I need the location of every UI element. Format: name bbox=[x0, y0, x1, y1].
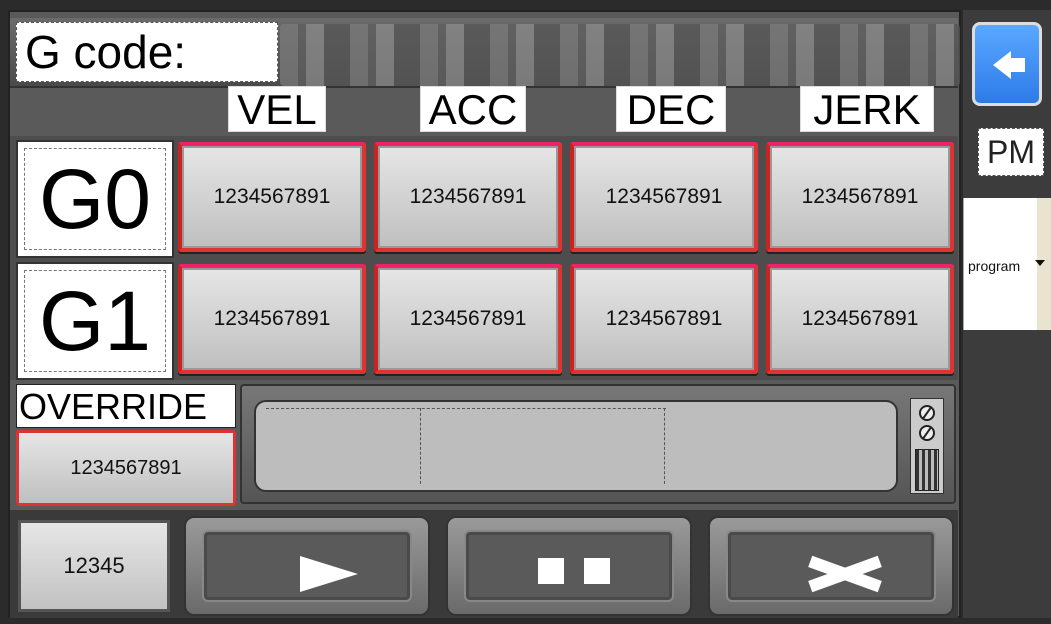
row-label-g0: G0 bbox=[16, 140, 174, 258]
display-divider bbox=[420, 408, 421, 484]
play-button[interactable] bbox=[184, 516, 430, 616]
override-label: OVERRIDE bbox=[16, 384, 236, 428]
g0-jerk-button[interactable]: 1234567891 bbox=[766, 142, 954, 252]
vent-icon bbox=[915, 449, 939, 491]
program-select[interactable]: program bbox=[963, 198, 1051, 330]
gcode-label: G code: bbox=[16, 22, 278, 82]
g1-dec-button[interactable]: 1234567891 bbox=[570, 264, 758, 374]
knob-icon bbox=[919, 425, 935, 441]
knob-icon bbox=[919, 405, 935, 421]
message-display-frame bbox=[240, 384, 956, 504]
column-label-acc: ACC bbox=[420, 86, 526, 133]
display-guide-line bbox=[266, 408, 666, 409]
counter-button[interactable]: 12345 bbox=[18, 520, 170, 612]
override-value-button[interactable]: 1234567891 bbox=[16, 430, 236, 506]
pause-icon bbox=[584, 558, 610, 584]
back-arrow-shaft bbox=[1009, 58, 1025, 72]
header-decoration bbox=[280, 24, 960, 86]
play-button-face bbox=[202, 530, 412, 602]
pause-button-face bbox=[464, 530, 674, 602]
row-label-frame bbox=[24, 148, 166, 250]
pause-icon bbox=[538, 558, 564, 584]
column-label-vel: VEL bbox=[228, 86, 326, 133]
column-label-jerk: JERK bbox=[800, 86, 934, 133]
stop-button-face bbox=[726, 530, 936, 602]
mode-label: PM bbox=[978, 128, 1044, 176]
g0-dec-button[interactable]: 1234567891 bbox=[570, 142, 758, 252]
back-button[interactable] bbox=[972, 22, 1042, 106]
chevron-down-icon[interactable] bbox=[1035, 260, 1045, 266]
display-control-panel bbox=[910, 398, 944, 494]
g1-jerk-button[interactable]: 1234567891 bbox=[766, 264, 954, 374]
program-select-value: program bbox=[968, 258, 1021, 274]
column-label-dec: DEC bbox=[616, 86, 726, 133]
message-display bbox=[254, 400, 898, 492]
g0-acc-button[interactable]: 1234567891 bbox=[374, 142, 562, 252]
hmi-screen: G code: VEL ACC DEC JERK G0 G1 123456789… bbox=[0, 0, 1051, 624]
play-icon bbox=[300, 556, 358, 592]
row-label-frame bbox=[24, 270, 166, 372]
g0-vel-button[interactable]: 1234567891 bbox=[178, 142, 366, 252]
stop-button[interactable] bbox=[708, 516, 954, 616]
pause-button[interactable] bbox=[446, 516, 692, 616]
g1-vel-button[interactable]: 1234567891 bbox=[178, 264, 366, 374]
row-label-g1: G1 bbox=[16, 262, 174, 380]
g1-acc-button[interactable]: 1234567891 bbox=[374, 264, 562, 374]
display-divider bbox=[664, 408, 665, 484]
